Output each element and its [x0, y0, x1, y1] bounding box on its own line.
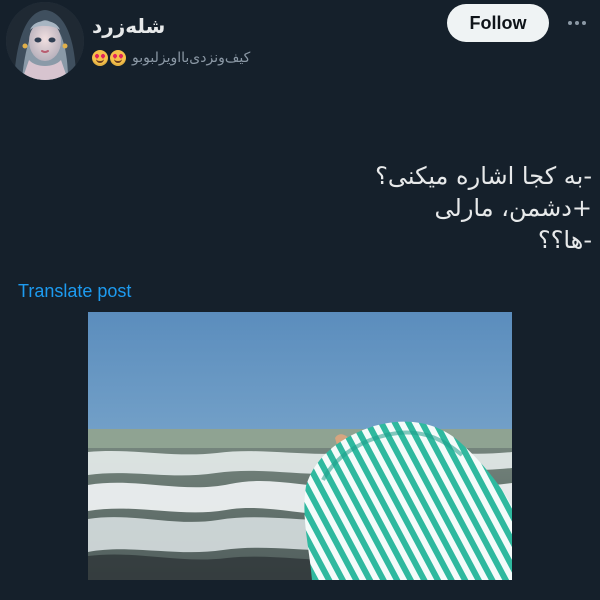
more-dot — [568, 21, 572, 25]
handle-row: کیف‌ونزدی‌بااویزلبوبو — [92, 47, 250, 69]
avatar[interactable] — [6, 2, 84, 80]
heart-eyes-icon — [110, 50, 126, 66]
translate-post-link[interactable]: Translate post — [18, 281, 131, 302]
tweet-line: -ها؟؟ — [537, 226, 592, 254]
tweet-line: -به کجا اشاره میکنی؟ — [375, 162, 592, 190]
more-dot — [582, 21, 586, 25]
more-dot — [575, 21, 579, 25]
follow-button[interactable]: Follow — [447, 4, 549, 42]
heart-eyes-icon — [92, 50, 108, 66]
display-name[interactable]: شله‌زرد — [92, 16, 165, 36]
more-icon[interactable] — [566, 12, 588, 34]
post-media-image[interactable] — [88, 312, 512, 580]
tweet-line: +دشمن، مارلی — [434, 194, 593, 222]
emoji-group — [92, 50, 126, 66]
tweet-text: -به کجا اشاره میکنی؟ +دشمن، مارلی -ها؟؟ — [92, 160, 592, 256]
user-handle[interactable]: کیف‌ونزدی‌بااویزلبوبو — [132, 50, 250, 66]
